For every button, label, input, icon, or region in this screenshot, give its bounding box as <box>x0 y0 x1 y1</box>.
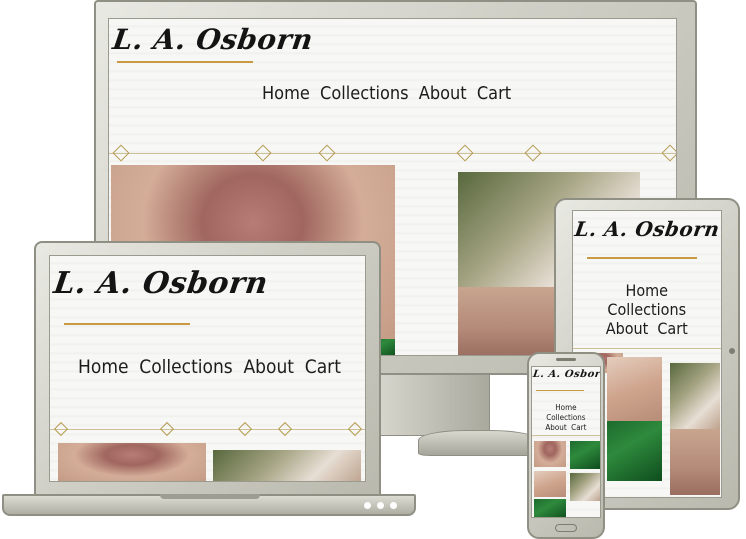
nav-about[interactable]: About <box>606 319 649 338</box>
arrow-icon <box>53 421 69 437</box>
main-nav: Home Collections About Cart <box>78 356 346 378</box>
nav-home[interactable]: Home <box>555 403 576 412</box>
nav-cart[interactable]: Cart <box>657 319 687 338</box>
main-nav: Home Collections About Cart <box>587 281 711 338</box>
arrow-icon <box>254 144 272 162</box>
product-photo-ring[interactable] <box>534 471 566 497</box>
phone-screen: L. A. Osborn Home Collections About Cart <box>531 366 601 518</box>
logo-underline <box>64 323 190 325</box>
nav-home[interactable]: Home <box>78 356 129 378</box>
phone-home-button[interactable] <box>555 524 577 532</box>
nav-cart[interactable]: Cart <box>305 356 341 378</box>
nav-home[interactable]: Home <box>262 83 310 104</box>
arrow-icon <box>456 144 474 162</box>
product-photo-ring[interactable] <box>607 357 662 421</box>
nav-collections[interactable]: Collections <box>546 413 585 422</box>
laptop-screen: L. A. Osborn Home Collections About Cart <box>49 255 366 482</box>
laptop-indicator-dot <box>377 502 384 509</box>
nav-about[interactable]: About <box>243 356 294 378</box>
arrow-icon <box>318 144 336 162</box>
nav-about[interactable]: About <box>545 423 566 432</box>
product-photo-face[interactable] <box>458 287 558 355</box>
main-nav: Home Collections About Cart <box>534 403 600 433</box>
nav-cart[interactable]: Cart <box>477 83 511 104</box>
arrow-icon <box>112 144 130 162</box>
product-photo-lips[interactable] <box>534 441 566 467</box>
monitor-stand-neck <box>380 374 490 436</box>
site-logo[interactable]: L. A. Osborn <box>573 217 721 241</box>
nav-collections[interactable]: Collections <box>139 356 232 378</box>
site-logo[interactable]: L. A. Osborn <box>52 266 271 301</box>
arrow-icon <box>159 421 175 437</box>
arrow-icon <box>277 421 293 437</box>
logo-underline <box>117 61 253 63</box>
arrow-divider <box>50 429 365 430</box>
logo-underline <box>587 257 697 259</box>
product-photo-necklace[interactable] <box>670 363 720 429</box>
monitor-stand-base <box>418 430 538 456</box>
product-photo-necklace[interactable] <box>570 473 600 501</box>
nav-about[interactable]: About <box>419 83 467 104</box>
product-photo-leaf[interactable] <box>607 421 662 481</box>
arrow-divider <box>573 348 721 349</box>
nav-collections[interactable]: Collections <box>320 83 409 104</box>
nav-cart[interactable]: Cart <box>571 423 586 432</box>
laptop-indicator-dot <box>364 502 371 509</box>
tablet-home-button[interactable] <box>729 348 735 354</box>
product-photo-necklace[interactable] <box>213 450 361 481</box>
phone-speaker <box>556 358 576 361</box>
laptop-trackpad-notch <box>160 494 260 499</box>
main-nav: Home Collections About Cart <box>262 83 516 104</box>
arrow-icon <box>524 144 542 162</box>
product-photo-leaf[interactable] <box>570 441 600 469</box>
arrow-divider <box>109 153 676 154</box>
laptop-indicator-dot <box>390 502 397 509</box>
site-logo[interactable]: L. A. Osborn <box>532 369 600 380</box>
product-photo-leaf[interactable] <box>534 499 566 517</box>
arrow-icon <box>661 144 676 162</box>
arrow-divider <box>532 435 600 436</box>
arrow-icon <box>237 421 253 437</box>
product-photo-lips[interactable] <box>58 443 206 481</box>
nav-home[interactable]: Home <box>626 281 669 300</box>
product-photo-face[interactable] <box>670 429 720 495</box>
logo-underline <box>536 390 584 391</box>
site-logo[interactable]: L. A. Osborn <box>111 23 316 56</box>
arrow-icon <box>347 421 363 437</box>
nav-collections[interactable]: Collections <box>607 300 686 319</box>
